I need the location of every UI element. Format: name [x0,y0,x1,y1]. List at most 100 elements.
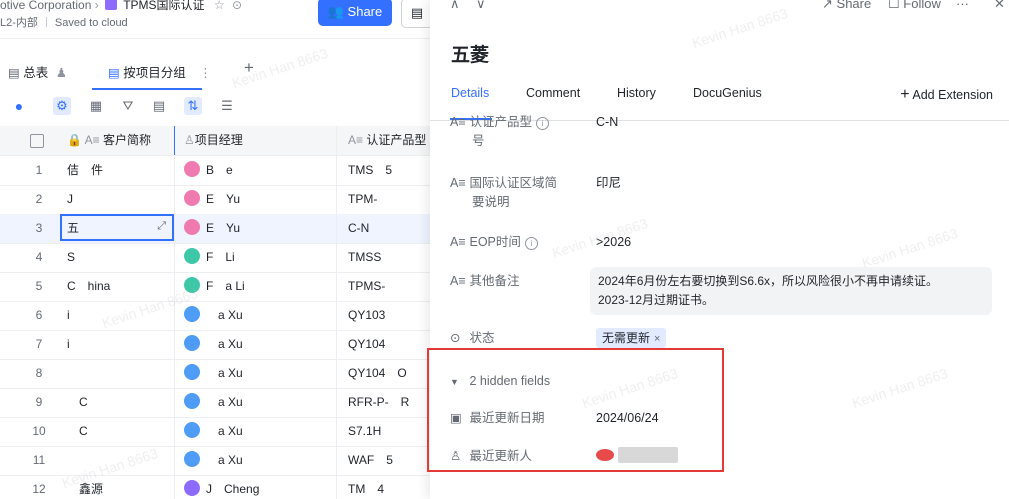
table-row[interactable]: 11 a Xu WAF 5 [0,446,430,476]
column-header-product[interactable]: A≡ 认证产品型 [338,126,430,155]
settings-icon[interactable]: ⚙ [53,97,71,115]
cell-product-model[interactable]: TMSS [338,243,430,272]
tab-details[interactable]: Details [451,86,489,100]
table-header: 🔒 A≡ 客户简称 ♙项目经理 A≡ 认证产品型 [0,126,430,156]
cell-product-model[interactable]: QY103 [338,301,430,330]
cell-customer[interactable]: i [62,330,179,359]
cell-customer[interactable] [62,359,179,388]
sort-icon[interactable]: ⇅ [184,97,202,115]
cell-customer[interactable]: J [62,185,179,214]
tab-history[interactable]: History [617,86,656,100]
field-label: ♙ 最近更新人 [450,447,580,466]
cell-project-manager[interactable]: a Xu [176,388,344,417]
avatar [184,451,200,467]
star-icon[interactable]: ☆ [214,0,225,12]
notes-input[interactable]: 2024年6月份左右要切换到S6.6x，所以风险很小不再申请续证。 2023-1… [590,267,992,315]
expand-icon[interactable]: ⤢ [157,220,166,233]
field-region-value[interactable]: 印尼 [596,174,621,193]
add-view-button[interactable]: + [244,58,254,78]
share-button[interactable]: 👥 Share [318,0,392,26]
cell-customer[interactable]: i [62,301,179,330]
cell-product-model[interactable]: TMS 5 [338,156,430,185]
row-number: 1 [35,163,43,177]
field-eop-value[interactable]: >2026 [596,233,631,252]
field-product-value[interactable]: C-N [596,113,618,132]
cell-project-manager[interactable]: a Xu [176,446,344,475]
watermark: Kevin Han 8663 [859,224,960,272]
table-row[interactable]: 8 a Xu QY104 O [0,359,430,389]
cell-product-model[interactable]: TPMS- [338,272,430,301]
cell-project-manager[interactable]: J Cheng [176,475,344,499]
cell-customer[interactable]: S [62,243,179,272]
tab-total-label: 总表 [23,66,49,80]
cell-customer[interactable]: C hina [62,272,179,301]
doc-title[interactable]: TPMS国际认证 [123,0,204,12]
info-icon[interactable]: i [536,117,549,130]
table-row[interactable]: 4 S F Li TMSS [0,243,430,273]
row-number: 8 [35,366,43,380]
status-select[interactable]: 无需更新 × [596,328,667,348]
table-row[interactable]: 2 J E Yu TPM- [0,185,430,215]
tab-total[interactable]: ▤ 总表 ♟ [8,62,67,81]
chevron-up-icon[interactable]: ∧ [450,0,460,12]
select-all-checkbox[interactable] [30,134,44,148]
cell-product-model[interactable]: TM 4 [338,475,430,499]
field-config-icon[interactable]: ▦ [87,97,105,115]
cell-project-manager[interactable]: F a Li [176,272,344,301]
row-height-icon[interactable]: ☰ [218,97,236,115]
column-header-pm[interactable]: ♙项目经理 [176,126,344,155]
tab-docugenius[interactable]: DocuGenius [693,86,762,100]
table-row[interactable]: 5 C hina F a Li TPMS- [0,272,430,302]
cell-customer[interactable]: 佶 件 [62,156,179,185]
table-row[interactable]: 10 C a Xu S7.1H [0,417,430,447]
follow-button[interactable]: ☐ Follow [888,0,941,12]
cell-project-manager[interactable]: F Li [176,243,344,272]
column-header-customer[interactable]: 🔒 A≡ 客户简称 [62,126,179,155]
more-options-icon[interactable]: ··· [956,0,969,11]
table-row[interactable]: 9 C a Xu RFR-P- R [0,388,430,418]
panel-share-button[interactable]: ↗ Share [822,0,871,12]
remove-tag-icon[interactable]: × [654,333,660,345]
add-record-icon[interactable]: ● [10,97,28,115]
cell-product-model[interactable]: TPM- [338,185,430,214]
cell-product-model[interactable]: C-N [338,214,430,243]
info-icon[interactable]: i [524,237,538,250]
cell-product-model[interactable]: QY104 [338,330,430,359]
cell-project-manager[interactable]: a Xu [176,301,344,330]
follow-label: Follow [903,0,941,11]
cell-project-manager[interactable]: a Xu [176,330,344,359]
table-row[interactable]: 1 佶 件 B e TMS 5 [0,156,430,186]
add-extension-button[interactable]: + Add Extension [900,86,993,104]
cell-product-model[interactable]: QY104 O [338,359,430,388]
tab-group-by-project[interactable]: ▤ 按项目分组 ⋮ [108,62,212,81]
cell-customer[interactable] [62,446,179,475]
status-tag[interactable]: 无需更新 × [596,328,667,348]
record-title[interactable]: 五菱 [451,40,489,67]
notes-line-2: 2023-12月过期证书。 [598,293,715,307]
tab-comment[interactable]: Comment [526,86,580,100]
more-icon[interactable]: ⋮ [199,66,212,80]
table-row[interactable]: 7 i a Xu QY104 [0,330,430,360]
cell-customer[interactable]: C [62,388,179,417]
cell-product-model[interactable]: WAF 5 [338,446,430,475]
cell-product-model[interactable]: RFR-P- R [338,388,430,417]
info-icon[interactable]: ⊙ [232,0,242,12]
close-icon[interactable]: ✕ [994,0,1005,12]
cell-project-manager[interactable]: E Yu [176,214,344,243]
cell-project-manager[interactable]: B e [176,156,344,185]
table-row[interactable]: 3五E Yu C-N ⤢ [0,214,430,244]
doc-button[interactable]: ▤ [401,0,430,28]
group-icon[interactable]: ▤ [150,97,168,115]
filter-icon[interactable]: ⛛ [119,97,137,115]
cell-product-model[interactable]: S7.1H [338,417,430,446]
chevron-down-icon[interactable]: ∨ [476,0,486,12]
table-row[interactable]: 6 i a Xu QY103 [0,301,430,331]
cell-customer[interactable]: 鑫源 [62,475,179,499]
cell-project-manager[interactable]: a Xu [176,417,344,446]
cell-project-manager[interactable]: E Yu [176,185,344,214]
table-row[interactable]: 12 鑫源 J Cheng TM 4 [0,475,430,499]
active-cell[interactable]: ⤢ [60,214,174,241]
company-name[interactable]: otive Corporation [0,0,91,12]
cell-customer[interactable]: C [62,417,179,446]
cell-project-manager[interactable]: a Xu [176,359,344,388]
